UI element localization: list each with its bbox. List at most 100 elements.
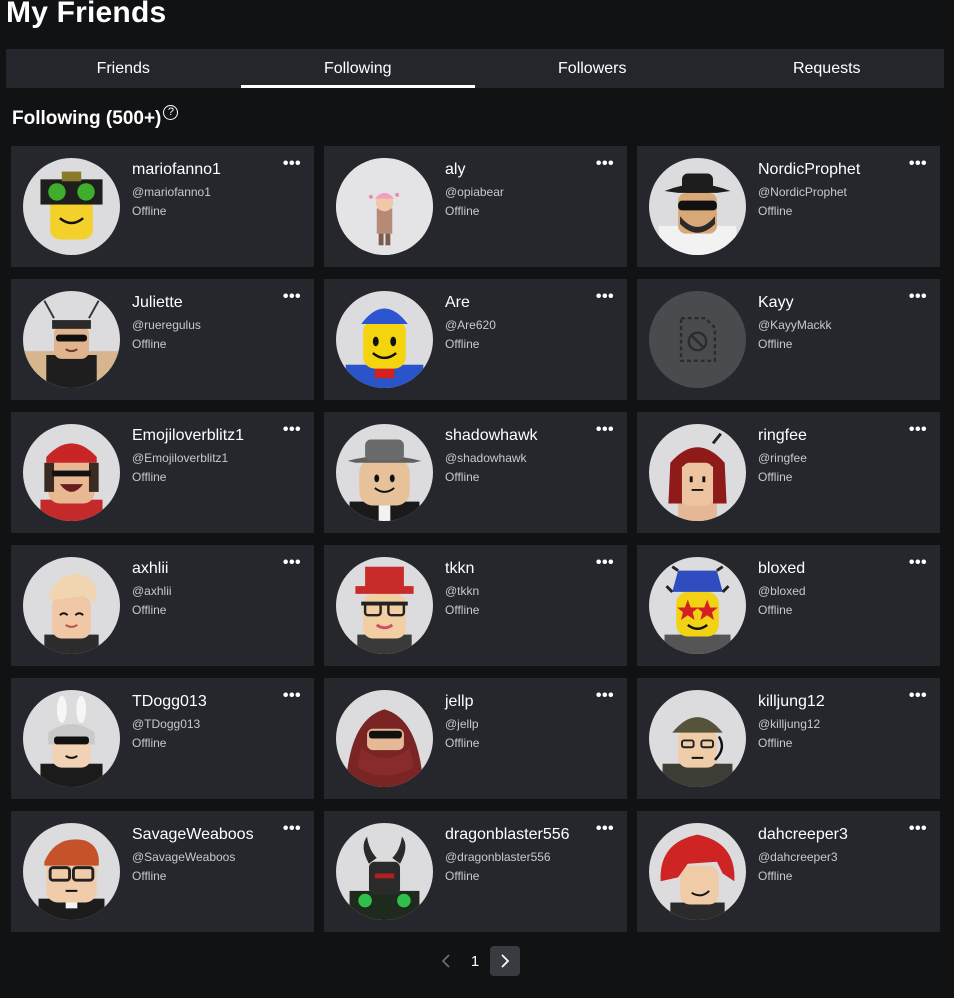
tab-requests[interactable]: Requests [710, 49, 945, 88]
user-name[interactable]: Are [445, 294, 470, 312]
user-card[interactable]: Are @Are620 Offline ••• [324, 279, 627, 400]
user-card[interactable]: tkkn @tkkn Offline ••• [324, 545, 627, 666]
user-status: Offline [758, 337, 793, 351]
section-header: Following (500+) ? [12, 105, 179, 130]
user-name[interactable]: killjung12 [758, 693, 825, 711]
user-status: Offline [758, 204, 793, 218]
avatar[interactable] [649, 291, 746, 388]
user-handle: @jellp [445, 717, 479, 731]
avatar[interactable] [23, 424, 120, 521]
user-card[interactable]: Kayy @KayyMackk Offline ••• [637, 279, 940, 400]
user-card[interactable]: dahcreeper3 @dahcreeper3 Offline ••• [637, 811, 940, 932]
avatar[interactable] [336, 823, 433, 920]
user-status: Offline [758, 736, 793, 750]
more-options-icon[interactable]: ••• [280, 555, 304, 573]
chevron-left-icon[interactable] [432, 946, 460, 976]
more-options-icon[interactable]: ••• [280, 422, 304, 440]
more-options-icon[interactable]: ••• [593, 156, 617, 174]
tab-following[interactable]: Following [240, 49, 476, 88]
user-handle: @opiabear [445, 185, 504, 199]
more-options-icon[interactable]: ••• [906, 688, 930, 706]
more-options-icon[interactable]: ••• [906, 555, 930, 573]
user-card[interactable]: Juliette @rueregulus Offline ••• [11, 279, 314, 400]
avatar[interactable] [336, 557, 433, 654]
more-options-icon[interactable]: ••• [280, 156, 304, 174]
user-card[interactable]: aly @opiabear Offline ••• [324, 146, 627, 267]
user-name[interactable]: dahcreeper3 [758, 826, 848, 844]
tab-followers[interactable]: Followers [475, 49, 710, 88]
user-status: Offline [132, 869, 167, 883]
user-name[interactable]: tkkn [445, 560, 474, 578]
user-card[interactable]: mariofanno1 @mariofanno1 Offline ••• [11, 146, 314, 267]
avatar[interactable] [336, 424, 433, 521]
pagination: 1 [432, 946, 520, 976]
user-card[interactable]: ringfee @ringfee Offline ••• [637, 412, 940, 533]
tab-friends[interactable]: Friends [6, 49, 241, 88]
avatar[interactable] [649, 557, 746, 654]
more-options-icon[interactable]: ••• [593, 821, 617, 839]
user-name[interactable]: axhlii [132, 560, 168, 578]
user-name[interactable]: jellp [445, 693, 473, 711]
avatar[interactable] [23, 291, 120, 388]
more-options-icon[interactable]: ••• [280, 688, 304, 706]
more-options-icon[interactable]: ••• [906, 821, 930, 839]
avatar[interactable] [336, 158, 433, 255]
user-handle: @TDogg013 [132, 717, 201, 731]
more-options-icon[interactable]: ••• [906, 289, 930, 307]
user-card[interactable]: axhlii @axhlii Offline ••• [11, 545, 314, 666]
avatar[interactable] [23, 690, 120, 787]
avatar[interactable] [23, 158, 120, 255]
avatar[interactable] [649, 424, 746, 521]
more-options-icon[interactable]: ••• [593, 688, 617, 706]
avatar[interactable] [336, 690, 433, 787]
user-card[interactable]: dragonblaster556 @dragonblaster556 Offli… [324, 811, 627, 932]
user-card[interactable]: bloxed @bloxed Offline ••• [637, 545, 940, 666]
more-options-icon[interactable]: ••• [906, 422, 930, 440]
user-handle: @Emojiloverblitz1 [132, 451, 229, 465]
user-status: Offline [445, 869, 480, 883]
user-grid: mariofanno1 @mariofanno1 Offline ••• aly… [11, 146, 940, 932]
user-name[interactable]: aly [445, 161, 465, 179]
user-name[interactable]: Emojiloverblitz1 [132, 427, 244, 445]
avatar[interactable] [649, 158, 746, 255]
question-circle-icon[interactable]: ? [163, 105, 179, 120]
user-status: Offline [758, 869, 793, 883]
user-status: Offline [445, 736, 480, 750]
user-handle: @dragonblaster556 [445, 850, 551, 864]
user-name[interactable]: shadowhawk [445, 427, 538, 445]
user-name[interactable]: Kayy [758, 294, 794, 312]
user-card[interactable]: SavageWeaboos @SavageWeaboos Offline ••• [11, 811, 314, 932]
user-name[interactable]: NordicProphet [758, 161, 860, 179]
more-options-icon[interactable]: ••• [280, 289, 304, 307]
user-card[interactable]: shadowhawk @shadowhawk Offline ••• [324, 412, 627, 533]
more-options-icon[interactable]: ••• [593, 555, 617, 573]
avatar[interactable] [23, 557, 120, 654]
more-options-icon[interactable]: ••• [593, 289, 617, 307]
user-name[interactable]: bloxed [758, 560, 805, 578]
user-handle: @Are620 [445, 318, 496, 332]
user-name[interactable]: mariofanno1 [132, 161, 221, 179]
user-name[interactable]: Juliette [132, 294, 183, 312]
avatar[interactable] [649, 690, 746, 787]
avatar[interactable] [649, 823, 746, 920]
avatar[interactable] [336, 291, 433, 388]
user-handle: @SavageWeaboos [132, 850, 236, 864]
user-name[interactable]: dragonblaster556 [445, 826, 570, 844]
user-card[interactable]: Emojiloverblitz1 @Emojiloverblitz1 Offli… [11, 412, 314, 533]
avatar[interactable] [23, 823, 120, 920]
user-name[interactable]: TDogg013 [132, 693, 207, 711]
user-handle: @bloxed [758, 584, 806, 598]
chevron-right-icon[interactable] [490, 946, 520, 976]
user-card[interactable]: killjung12 @killjung12 Offline ••• [637, 678, 940, 799]
more-options-icon[interactable]: ••• [593, 422, 617, 440]
user-status: Offline [132, 736, 167, 750]
user-card[interactable]: TDogg013 @TDogg013 Offline ••• [11, 678, 314, 799]
user-name[interactable]: SavageWeaboos [132, 826, 254, 844]
more-options-icon[interactable]: ••• [280, 821, 304, 839]
user-name[interactable]: ringfee [758, 427, 807, 445]
user-handle: @rueregulus [132, 318, 201, 332]
more-options-icon[interactable]: ••• [906, 156, 930, 174]
user-card[interactable]: jellp @jellp Offline ••• [324, 678, 627, 799]
user-card[interactable]: NordicProphet @NordicProphet Offline ••• [637, 146, 940, 267]
user-handle: @axhlii [132, 584, 172, 598]
